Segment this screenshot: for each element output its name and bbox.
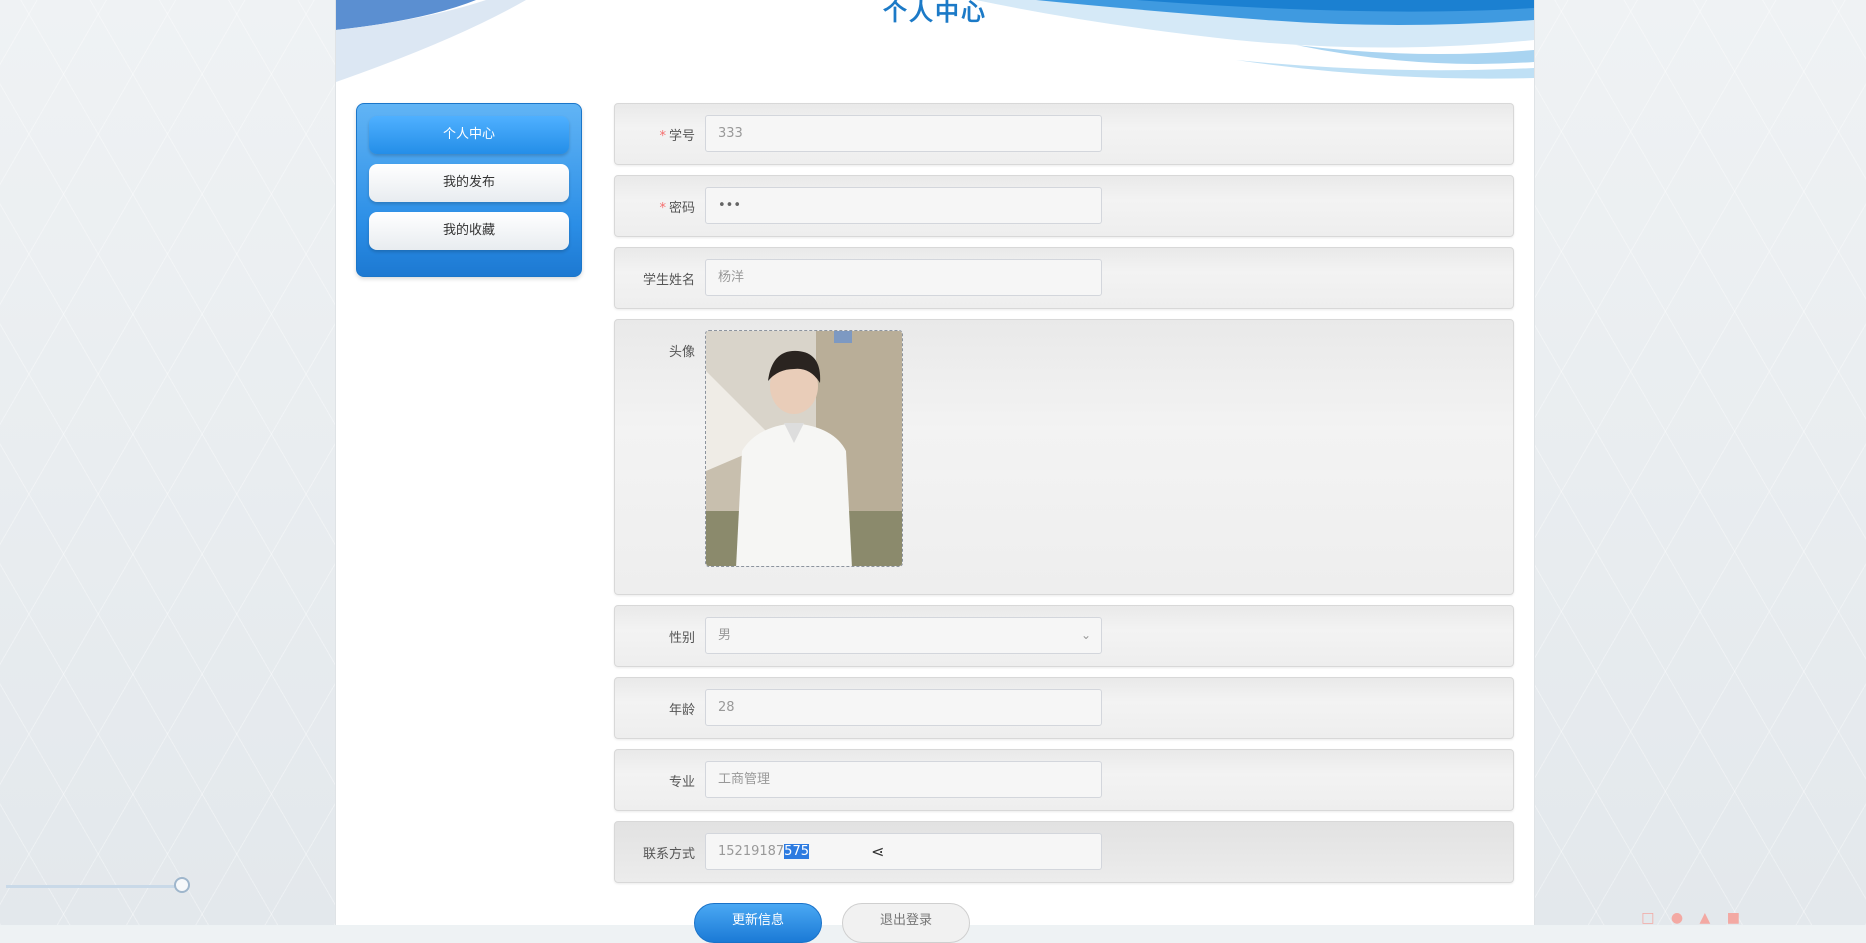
avatar-label: 头像 [668,345,695,360]
zoom-slider-handle[interactable] [174,877,190,893]
right-background [1534,0,1866,925]
avatar-image [706,331,902,566]
sidebar-item-my-favorites[interactable]: 我的收藏 [369,212,569,250]
form-row-student-name: 学生姓名 杨洋 [614,247,1514,309]
header-banner: 个人中心 [336,0,1534,90]
gender-select-value: 男 [718,628,732,643]
age-label: 年龄 [668,703,695,718]
form-row-gender: 性别 男 ⌄ [614,605,1514,667]
student-name-label: 学生姓名 [642,273,695,288]
contact-value: 15219187 [718,844,785,859]
password-input[interactable]: ••• [705,187,1102,224]
gender-select[interactable]: 男 ⌄ [705,617,1102,654]
form-row-student-no: * 学号 333 [614,103,1514,165]
major-input[interactable]: 工商管理 [705,761,1102,798]
logout-button[interactable]: 退出登录 [842,903,970,943]
sidebar-item-my-posts[interactable]: 我的发布 [369,164,569,202]
page-container: 个人中心 个人中心 我的发布 我的收藏 * 学号 333 * 密码 ••• 学生姓名… [335,0,1535,943]
contact-label: 联系方式 [642,847,695,862]
gender-label: 性别 [668,631,695,646]
form-row-contact: 联系方式 15219187575 ⋖ [614,821,1514,883]
password-label: * 密码 [659,201,695,216]
zoom-slider-track[interactable] [6,885,184,888]
update-info-button[interactable]: 更新信息 [694,903,822,943]
student-no-input[interactable]: 333 [705,115,1102,152]
contact-selected-text: 575 [784,844,809,859]
age-input[interactable]: 28 [705,689,1102,726]
form-row-password: * 密码 ••• [614,175,1514,237]
form-row-avatar: 头像 [614,319,1514,595]
contact-input[interactable]: 15219187575 [705,833,1102,870]
required-asterisk: * [659,129,666,144]
student-name-input[interactable]: 杨洋 [705,259,1102,296]
system-tray-icons: □ ● ▲ ■ [1641,910,1746,926]
i-beam-cursor-icon: ⋖ [871,842,885,861]
form-row-age: 年龄 28 [614,677,1514,739]
form-row-major: 专业 工商管理 [614,749,1514,811]
left-background [0,0,335,925]
page-title: 个人中心 [883,0,987,26]
sidebar-menu: 个人中心 我的发布 我的收藏 [356,103,582,277]
student-no-label: * 学号 [659,129,695,144]
sidebar-item-profile[interactable]: 个人中心 [369,116,569,154]
chevron-down-icon: ⌄ [1080,628,1091,642]
major-label: 专业 [668,775,695,790]
avatar-upload[interactable] [705,330,903,567]
required-asterisk: * [659,201,666,216]
